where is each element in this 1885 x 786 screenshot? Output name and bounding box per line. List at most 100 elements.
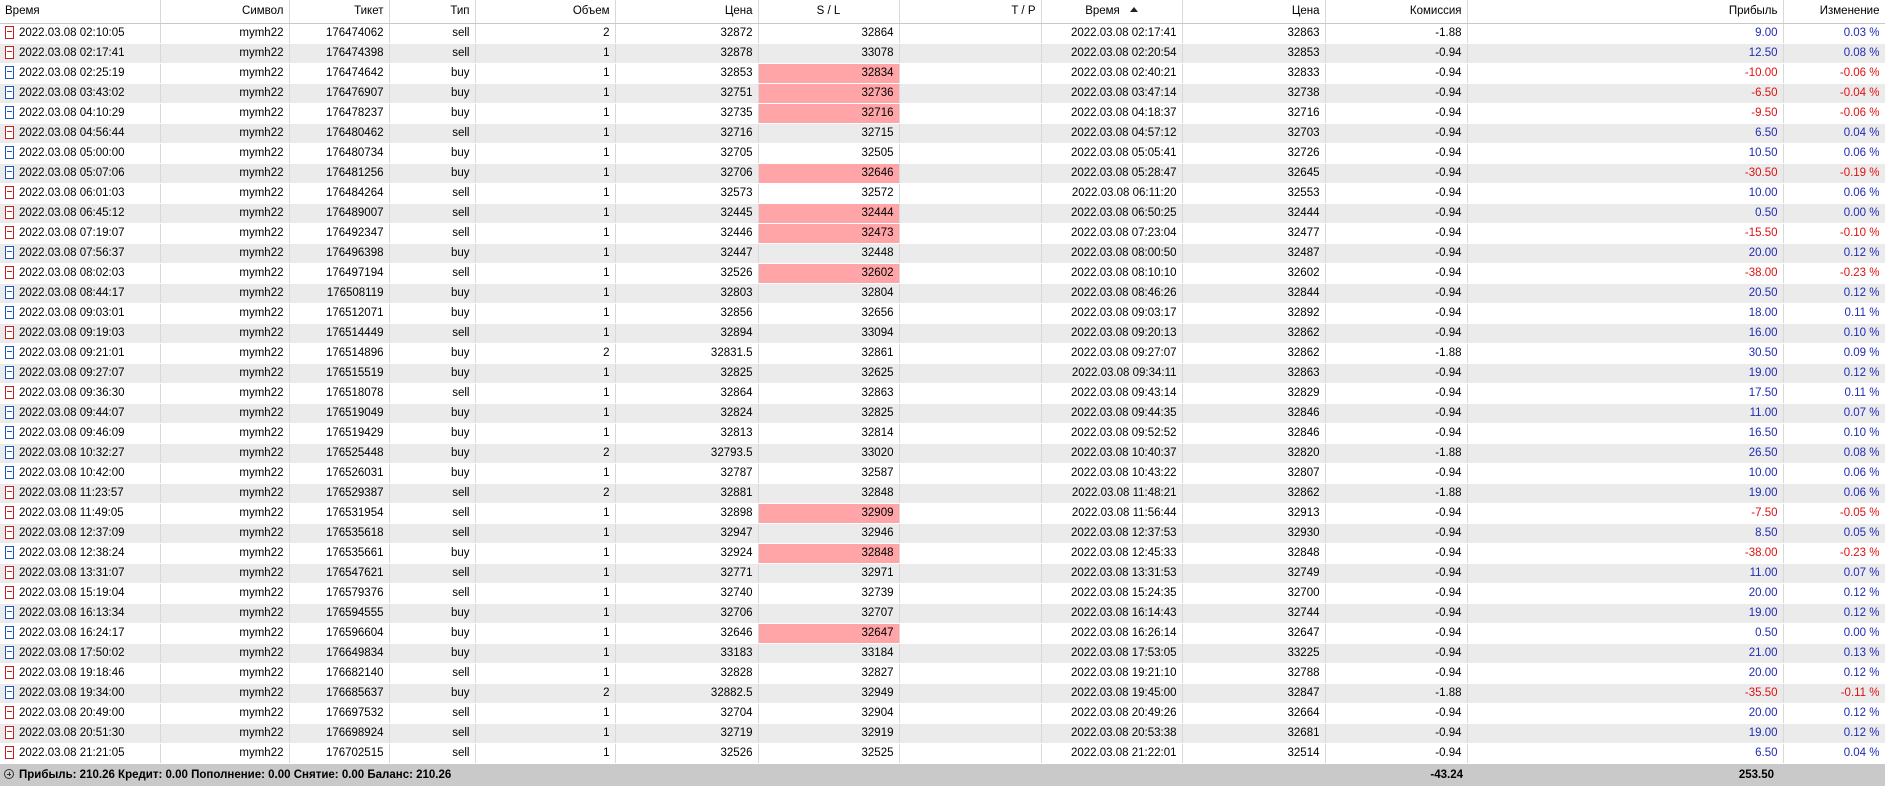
- cell-type: buy: [389, 543, 476, 564]
- cell-open-price: 32824: [615, 403, 759, 424]
- cell-tp: [899, 403, 1042, 424]
- column-header-commission[interactable]: Комиссия: [1325, 0, 1468, 24]
- cell-tp: [899, 103, 1042, 124]
- table-row[interactable]: 2022.03.08 13:31:07 mymh22 176547621 sell 1 3…: [0, 563, 1885, 584]
- cell-sl: 32656: [758, 303, 900, 324]
- cell-change: 0.08 %: [1783, 43, 1885, 64]
- cell-volume: 1: [475, 623, 616, 644]
- table-row[interactable]: 2022.03.08 09:03:01 mymh22 176512071 buy 1 32…: [0, 303, 1885, 324]
- column-header-sl[interactable]: S / L: [758, 0, 900, 24]
- column-header-open-price[interactable]: Цена: [615, 0, 759, 24]
- cell-symbol: mymh22: [160, 563, 290, 584]
- cell-ticket: 176474398: [289, 43, 390, 64]
- sell-order-icon: [5, 46, 14, 59]
- column-header-change[interactable]: Изменение: [1783, 0, 1885, 24]
- cell-volume: 1: [475, 583, 616, 604]
- cell-change: 0.00 %: [1783, 623, 1885, 644]
- cell-ticket: 176526031: [289, 463, 390, 484]
- table-row[interactable]: 2022.03.08 10:32:27 mymh22 176525448 buy 2 32…: [0, 443, 1885, 464]
- column-header-open-time[interactable]: Время: [0, 0, 161, 24]
- table-row[interactable]: 2022.03.08 09:21:01 mymh22 176514896 buy 2 32…: [0, 343, 1885, 364]
- table-row[interactable]: 2022.03.08 05:07:06 mymh22 176481256 buy 1 32…: [0, 163, 1885, 184]
- cell-volume: 1: [475, 163, 616, 184]
- cell-profit: 30.50: [1467, 343, 1784, 364]
- cell-type: buy: [389, 603, 476, 624]
- table-row[interactable]: 2022.03.08 04:10:29 mymh22 176478237 buy 1 32…: [0, 103, 1885, 124]
- table-row[interactable]: 2022.03.08 16:24:17 mymh22 176596604 buy 1 32…: [0, 623, 1885, 644]
- table-row[interactable]: 2022.03.08 05:00:00 mymh22 176480734 buy 1 32…: [0, 143, 1885, 164]
- cell-type: sell: [389, 703, 476, 724]
- cell-type: sell: [389, 23, 476, 44]
- cell-symbol: mymh22: [160, 243, 290, 264]
- buy-order-icon: [5, 166, 14, 179]
- table-row[interactable]: 2022.03.08 09:19:03 mymh22 176514449 sell 1 3…: [0, 323, 1885, 344]
- table-row[interactable]: 2022.03.08 19:18:46 mymh22 176682140 sell 1 3…: [0, 663, 1885, 684]
- table-row[interactable]: 2022.03.08 02:17:41 mymh22 176474398 sell 1 3…: [0, 43, 1885, 64]
- table-row[interactable]: 2022.03.08 19:34:00 mymh22 176685637 buy 2 32…: [0, 683, 1885, 704]
- column-header-ticket[interactable]: Тикет: [289, 0, 390, 24]
- column-header-tp[interactable]: T / P: [899, 0, 1042, 24]
- cell-ticket: 176497194: [289, 263, 390, 284]
- table-row[interactable]: 2022.03.08 11:49:05 mymh22 176531954 sell 1 3…: [0, 503, 1885, 524]
- table-row[interactable]: 2022.03.08 03:43:02 mymh22 176476907 buy 1 32…: [0, 83, 1885, 104]
- cell-sl: 32834: [758, 63, 900, 84]
- cell-type: sell: [389, 203, 476, 224]
- cell-symbol: mymh22: [160, 123, 290, 144]
- cell-close-price: 32744: [1182, 603, 1326, 624]
- table-row[interactable]: 2022.03.08 11:23:57 mymh22 176529387 sell 2 3…: [0, 483, 1885, 504]
- cell-sl: 32946: [758, 523, 900, 544]
- column-header-type[interactable]: Тип: [389, 0, 476, 24]
- cell-open-time: 2022.03.08 09:27:07: [0, 363, 161, 384]
- cell-open-time: 2022.03.08 09:19:03: [0, 323, 161, 344]
- expand-plus-icon[interactable]: [4, 769, 14, 779]
- table-row[interactable]: 2022.03.08 04:56:44 mymh22 176480462 sell 1 3…: [0, 123, 1885, 144]
- cell-tp: [899, 543, 1042, 564]
- cell-commission: -0.94: [1325, 143, 1468, 164]
- table-row[interactable]: 2022.03.08 09:46:09 mymh22 176519429 buy 1 32…: [0, 423, 1885, 444]
- column-header-volume[interactable]: Объем: [475, 0, 616, 24]
- table-row[interactable]: 2022.03.08 09:27:07 mymh22 176515519 buy 1 32…: [0, 363, 1885, 384]
- column-header-symbol[interactable]: Символ: [160, 0, 290, 24]
- cell-ticket: 176474642: [289, 63, 390, 84]
- table-row[interactable]: 2022.03.08 08:02:03 mymh22 176497194 sell 1 3…: [0, 263, 1885, 284]
- cell-ticket: 176489007: [289, 203, 390, 224]
- cell-commission: -0.94: [1325, 383, 1468, 404]
- table-row[interactable]: 2022.03.08 17:50:02 mymh22 176649834 buy 1 33…: [0, 643, 1885, 664]
- cell-close-time: 2022.03.08 03:47:14: [1041, 83, 1183, 104]
- open-time-text: 2022.03.08 10:42:00: [19, 467, 125, 479]
- table-row[interactable]: 2022.03.08 09:44:07 mymh22 176519049 buy 1 32…: [0, 403, 1885, 424]
- cell-profit: -10.00: [1467, 63, 1784, 84]
- cell-ticket: 176474062: [289, 23, 390, 44]
- cell-volume: 1: [475, 203, 616, 224]
- open-time-text: 2022.03.08 12:37:09: [19, 527, 125, 539]
- table-row[interactable]: 2022.03.08 21:21:05 mymh22 176702515 sell 1 3…: [0, 743, 1885, 764]
- column-header-profit[interactable]: Прибыль: [1467, 0, 1784, 24]
- column-header-close-price[interactable]: Цена: [1182, 0, 1326, 24]
- table-row[interactable]: 2022.03.08 20:49:00 mymh22 176697532 sell 1 3…: [0, 703, 1885, 724]
- table-row[interactable]: 2022.03.08 07:56:37 mymh22 176496398 buy 1 32…: [0, 243, 1885, 264]
- table-row[interactable]: 2022.03.08 08:44:17 mymh22 176508119 buy 1 32…: [0, 283, 1885, 304]
- cell-type: sell: [389, 523, 476, 544]
- table-row[interactable]: 2022.03.08 12:38:24 mymh22 176535661 buy 1 32…: [0, 543, 1885, 564]
- table-row[interactable]: 2022.03.08 07:19:07 mymh22 176492347 sell 1 3…: [0, 223, 1885, 244]
- table-row[interactable]: 2022.03.08 02:10:05 mymh22 176474062 sell 2 3…: [0, 23, 1885, 44]
- table-row[interactable]: 2022.03.08 10:42:00 mymh22 176526031 buy 1 32…: [0, 463, 1885, 484]
- table-row[interactable]: 2022.03.08 06:45:12 mymh22 176489007 sell 1 3…: [0, 203, 1885, 224]
- cell-sl: 32602: [758, 263, 900, 284]
- table-row[interactable]: 2022.03.08 16:13:34 mymh22 176594555 buy 1 32…: [0, 603, 1885, 624]
- table-row[interactable]: 2022.03.08 12:37:09 mymh22 176535618 sell 1 3…: [0, 523, 1885, 544]
- sell-order-icon: [5, 506, 14, 519]
- cell-close-price: 32477: [1182, 223, 1326, 244]
- table-row[interactable]: 2022.03.08 02:25:19 mymh22 176474642 buy 1 32…: [0, 63, 1885, 84]
- cell-change: 0.08 %: [1783, 443, 1885, 464]
- trade-history-table: Время Символ Тикет Тип Объем Цена S / L …: [0, 0, 1885, 764]
- table-row[interactable]: 2022.03.08 15:19:04 mymh22 176579376 sell 1 3…: [0, 583, 1885, 604]
- table-row[interactable]: 2022.03.08 06:01:03 mymh22 176484264 sell 1 3…: [0, 183, 1885, 204]
- table-row[interactable]: 2022.03.08 09:36:30 mymh22 176518078 sell 1 3…: [0, 383, 1885, 404]
- cell-symbol: mymh22: [160, 423, 290, 444]
- column-header-close-time[interactable]: Время: [1041, 0, 1183, 24]
- cell-commission: -0.94: [1325, 543, 1468, 564]
- cell-profit: 19.00: [1467, 363, 1784, 384]
- table-row[interactable]: 2022.03.08 20:51:30 mymh22 176698924 sell 1 3…: [0, 723, 1885, 744]
- cell-type: buy: [389, 343, 476, 364]
